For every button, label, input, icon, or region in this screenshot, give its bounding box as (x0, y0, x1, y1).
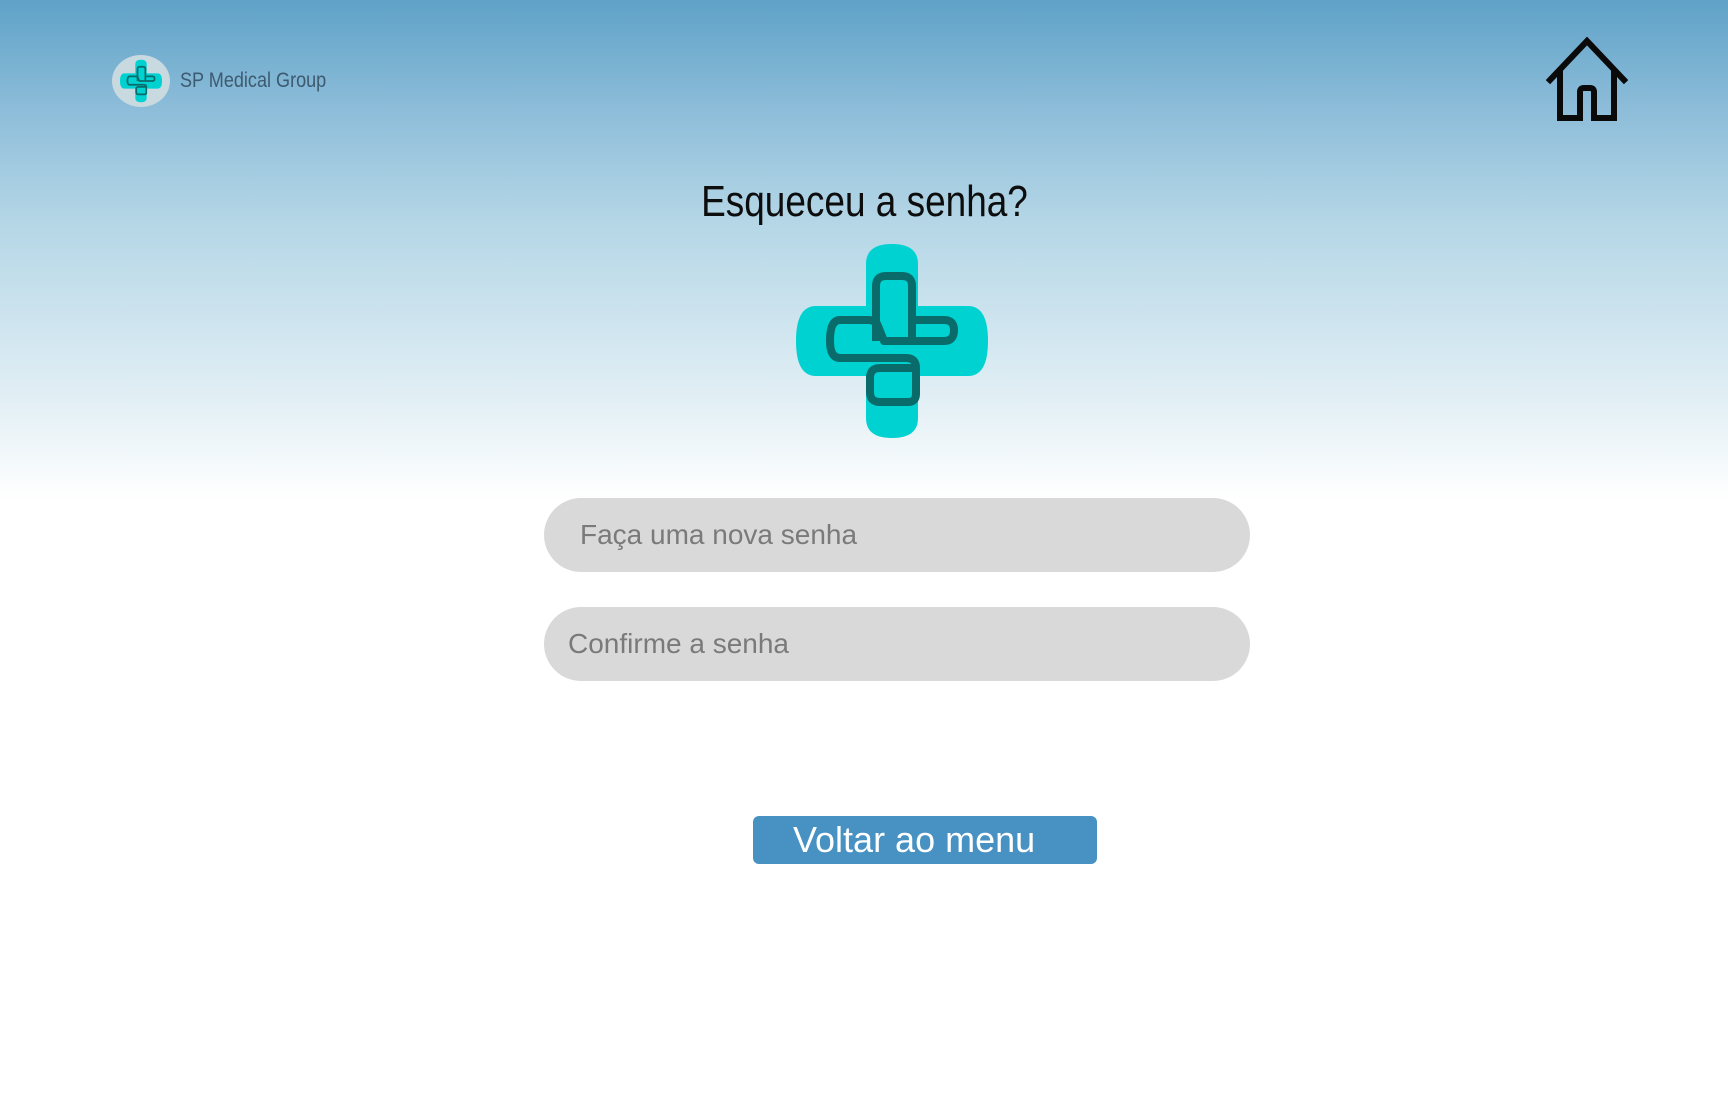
brand-logo (112, 55, 170, 107)
new-password-input[interactable] (544, 498, 1250, 572)
home-button[interactable] (1545, 36, 1629, 122)
back-to-menu-button[interactable]: Voltar ao menu (753, 816, 1097, 864)
brand: SP Medical Group (112, 55, 350, 107)
medical-cross-icon (796, 244, 988, 438)
page-title: Esqueceu a senha? (700, 177, 1028, 226)
brand-name: SP Medical Group (180, 69, 327, 92)
confirm-password-input[interactable] (544, 607, 1250, 681)
medical-cross-icon (120, 59, 162, 103)
home-icon (1545, 36, 1629, 121)
hero-logo (796, 244, 988, 438)
